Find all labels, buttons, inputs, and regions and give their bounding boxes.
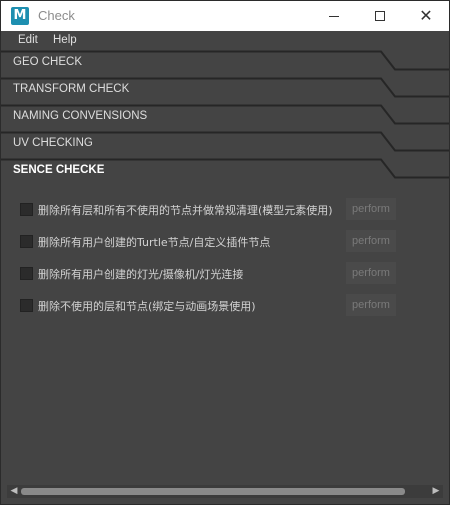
section-label: GEO CHECK	[13, 56, 83, 68]
check-label: 删除所有用户创建的Turtle节点/自定义插件节点	[38, 236, 271, 249]
maya-app-icon: M	[11, 7, 29, 25]
scrollbar-thumb[interactable]	[21, 488, 405, 495]
check-label: 删除不使用的层和节点(绑定与动画场景使用)	[38, 300, 256, 313]
scroll-right-icon[interactable]: ▶	[431, 485, 441, 498]
menu-help[interactable]: Help	[53, 34, 77, 46]
check-window: M Check ✕ Edit Help GEO CHECK TRANSFORM …	[0, 0, 450, 505]
section-transform-check[interactable]: TRANSFORM CHECK	[1, 77, 449, 104]
close-button[interactable]: ✕	[403, 1, 449, 31]
section-label: TRANSFORM CHECK	[13, 83, 130, 95]
check-row: 删除所有用户创建的Turtle节点/自定义插件节点 perform	[7, 230, 443, 254]
check-checkbox[interactable]	[20, 267, 33, 280]
check-row: 删除所有层和所有不使用的节点并做常规清理(模型元素使用) perform	[7, 198, 443, 222]
perform-button[interactable]: perform	[346, 294, 396, 316]
perform-button[interactable]: perform	[346, 262, 396, 284]
sence-check-panel: 删除所有层和所有不使用的节点并做常规清理(模型元素使用) perform 删除所…	[7, 186, 443, 481]
section-uv-checking[interactable]: UV CHECKING	[1, 131, 449, 158]
window-title: Check	[38, 8, 75, 23]
section-label: UV CHECKING	[13, 137, 93, 149]
check-checkbox[interactable]	[20, 203, 33, 216]
menu-bar: Edit Help	[1, 32, 449, 51]
minimize-button[interactable]	[311, 1, 357, 31]
perform-button[interactable]: perform	[346, 198, 396, 220]
check-checkbox[interactable]	[20, 299, 33, 312]
title-bar[interactable]: M Check ✕	[1, 1, 449, 31]
close-icon: ✕	[419, 6, 433, 25]
section-geo-check[interactable]: GEO CHECK	[1, 50, 449, 77]
check-row: 删除所有用户创建的灯光/摄像机/灯光连接 perform	[7, 262, 443, 286]
section-naming-convensions[interactable]: NAMING CONVENSIONS	[1, 104, 449, 131]
maximize-icon	[375, 11, 385, 21]
perform-button[interactable]: perform	[346, 230, 396, 252]
check-label: 删除所有层和所有不使用的节点并做常规清理(模型元素使用)	[38, 204, 333, 217]
menu-edit[interactable]: Edit	[18, 34, 38, 46]
app-icon-letter: M	[13, 8, 27, 23]
check-label: 删除所有用户创建的灯光/摄像机/灯光连接	[38, 268, 244, 281]
check-row: 删除不使用的层和节点(绑定与动画场景使用) perform	[7, 294, 443, 318]
check-checkbox[interactable]	[20, 235, 33, 248]
minimize-icon	[329, 15, 339, 17]
scroll-left-icon[interactable]: ◀	[9, 485, 19, 498]
maximize-button[interactable]	[357, 1, 403, 31]
section-sence-checke[interactable]: SENCE CHECKE	[1, 158, 449, 185]
section-label: NAMING CONVENSIONS	[13, 110, 148, 122]
horizontal-scrollbar[interactable]: ◀ ▶	[7, 485, 443, 498]
section-label: SENCE CHECKE	[13, 164, 105, 176]
